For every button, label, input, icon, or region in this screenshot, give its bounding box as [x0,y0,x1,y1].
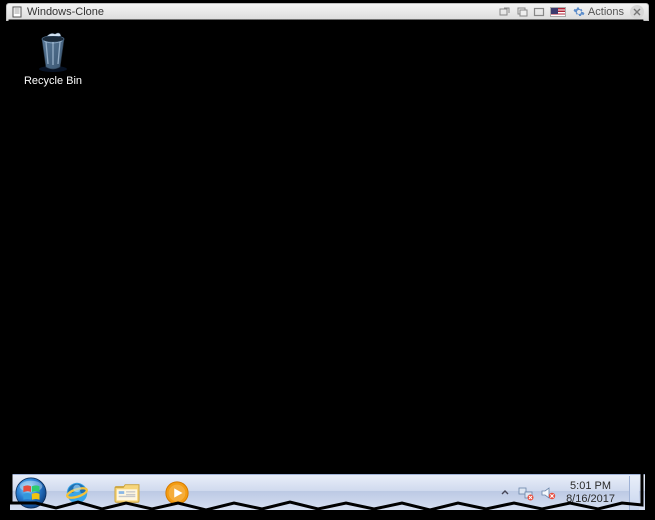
popout-icon[interactable] [498,6,512,18]
vm-title: Windows-Clone [27,6,104,18]
flag-us-icon[interactable] [550,7,566,17]
actions-label: Actions [588,6,624,18]
taskbar-explorer-button[interactable] [104,478,150,508]
network-icon[interactable] [518,485,534,501]
desktop-area[interactable]: Recycle Bin [10,21,645,474]
file-explorer-icon [113,481,141,505]
trash-icon [33,29,73,73]
gear-icon [573,6,585,18]
close-icon[interactable] [630,5,644,19]
taskbar-ie-button[interactable] [54,478,100,508]
show-desktop-button[interactable] [629,476,639,510]
actions-menu[interactable]: Actions [570,6,627,18]
tray-overflow-button[interactable] [498,486,512,500]
recycle-bin-icon[interactable]: Recycle Bin [18,29,88,87]
clock-date: 8/16/2017 [566,493,615,506]
restore-icon[interactable] [515,6,529,18]
document-icon [11,6,23,18]
start-button[interactable] [12,476,50,510]
internet-explorer-icon [64,480,90,506]
taskbar: 5:01 PM 8/16/2017 [10,474,645,510]
clock-time: 5:01 PM [566,480,615,493]
volume-icon[interactable] [540,485,556,501]
taskbar-clock[interactable]: 5:01 PM 8/16/2017 [562,480,619,505]
media-player-icon [164,480,190,506]
maximize-icon[interactable] [532,6,546,18]
recycle-bin-label: Recycle Bin [18,75,88,87]
taskbar-mediaplayer-button[interactable] [154,478,200,508]
vm-titlebar: Windows-Clone Actions [6,3,649,21]
system-tray: 5:01 PM 8/16/2017 [498,476,645,510]
